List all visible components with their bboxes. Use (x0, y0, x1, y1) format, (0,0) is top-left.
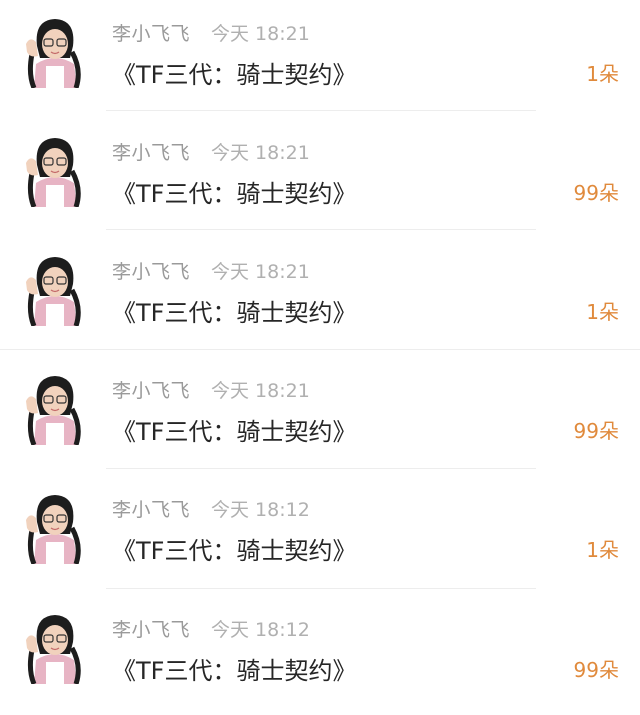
sender-name: 李小飞飞 (112, 23, 191, 45)
gift-title: 《TF三代：骑士契约》 (112, 657, 357, 685)
sender-name: 李小飞飞 (112, 499, 191, 521)
avatar-icon[interactable] (24, 371, 86, 445)
gift-record-item[interactable]: 李小飞飞 今天 18:12 《TF三代：骑士契约》 99朵 (0, 596, 640, 715)
gift-record-item[interactable]: 李小飞飞 今天 18:21 《TF三代：骑士契约》 1朵 (0, 0, 640, 119)
timestamp: 今天 18:21 (211, 261, 310, 283)
gift-record-item[interactable]: 李小飞飞 今天 18:12 《TF三代：骑士契约》 1朵 (0, 476, 640, 595)
timestamp: 今天 18:21 (211, 380, 310, 402)
sender-name: 李小飞飞 (112, 261, 191, 283)
timestamp: 今天 18:21 (211, 142, 310, 164)
gift-title: 《TF三代：骑士契约》 (112, 61, 357, 89)
timestamp: 今天 18:12 (211, 499, 310, 521)
sender-name: 李小飞飞 (112, 142, 191, 164)
gift-title: 《TF三代：骑士契约》 (112, 418, 357, 446)
gift-count: 99朵 (573, 658, 619, 682)
divider (106, 588, 536, 589)
sender-name: 李小飞飞 (112, 380, 191, 402)
sender-name: 李小飞飞 (112, 619, 191, 641)
gift-record-item[interactable]: 李小飞飞 今天 18:21 《TF三代：骑士契约》 1朵 (0, 238, 640, 357)
gift-record-item[interactable]: 李小飞飞 今天 18:21 《TF三代：骑士契约》 99朵 (0, 357, 640, 476)
timestamp: 今天 18:21 (211, 23, 310, 45)
divider (106, 468, 536, 469)
gift-record-list: 李小飞飞 今天 18:21 《TF三代：骑士契约》 1朵 李小飞飞 今天 18:… (0, 0, 640, 711)
gift-count: 99朵 (573, 419, 619, 443)
gift-count: 99朵 (573, 181, 619, 205)
divider (0, 349, 640, 350)
gift-count: 1朵 (586, 300, 619, 324)
avatar-icon[interactable] (24, 610, 86, 684)
gift-count: 1朵 (586, 62, 619, 86)
divider (106, 110, 536, 111)
gift-count: 1朵 (586, 538, 619, 562)
avatar-icon[interactable] (24, 252, 86, 326)
gift-record-item[interactable]: 李小飞飞 今天 18:21 《TF三代：骑士契约》 99朵 (0, 119, 640, 238)
avatar-icon[interactable] (24, 14, 86, 88)
gift-title: 《TF三代：骑士契约》 (112, 180, 357, 208)
divider (106, 229, 536, 230)
timestamp: 今天 18:12 (211, 619, 310, 641)
gift-title: 《TF三代：骑士契约》 (112, 537, 357, 565)
avatar-icon[interactable] (24, 490, 86, 564)
avatar-icon[interactable] (24, 133, 86, 207)
gift-title: 《TF三代：骑士契约》 (112, 299, 357, 327)
